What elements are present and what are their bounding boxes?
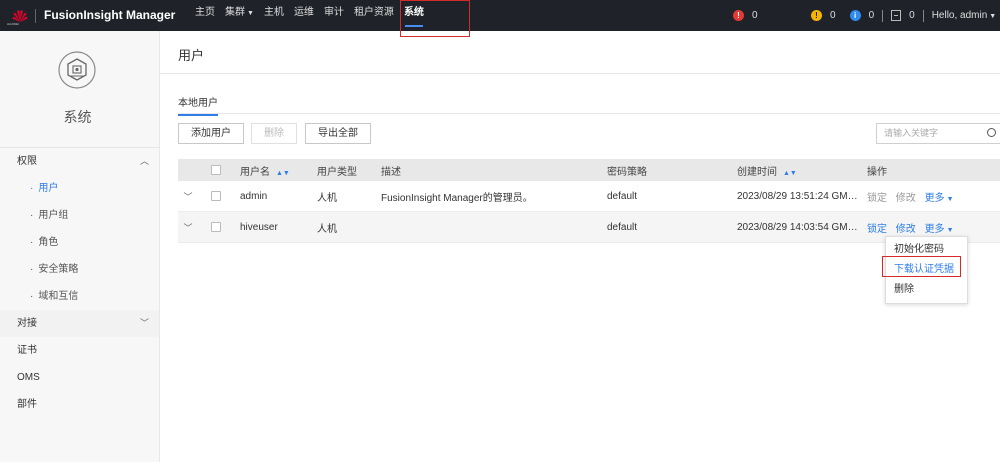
logo-wordmark: HUAWEI — [7, 22, 19, 26]
sort-icon[interactable]: ▲▼ — [783, 170, 797, 177]
page-title: 用户 — [178, 48, 205, 63]
row-checkbox[interactable] — [211, 191, 221, 201]
app-title[interactable]: FusionInsight Manager — [44, 8, 175, 22]
search-input[interactable]: 请输入关键字 — [876, 123, 1000, 144]
chevron-down-icon: ▼ — [247, 10, 254, 17]
sidebar-header: 系统 — [0, 31, 159, 148]
sort-icon[interactable]: ▲▼ — [276, 170, 290, 177]
lock-link[interactable]: 锁定 — [867, 224, 887, 235]
major-alarm-icon[interactable]: ! — [811, 10, 822, 21]
cell-password-policy: default — [607, 190, 638, 202]
main-content: 用户 本地用户 添加用户 删除 导出全部 请输入关键字 用户名 ▲▼ 用户类型 描… — [160, 31, 1000, 462]
critical-alarm[interactable]: ! 0 — [733, 0, 758, 31]
nav-system[interactable]: 系统 — [399, 0, 429, 31]
search-placeholder: 请输入关键字 — [884, 128, 939, 138]
critical-alarm-icon: ! — [733, 10, 744, 21]
separator — [922, 9, 924, 22]
cell-user-type: 人机 — [317, 223, 337, 235]
user-menu[interactable]: Hello, admin ▼ — [932, 10, 997, 21]
chevron-up-icon: ︿ — [139, 156, 149, 166]
chevron-down-icon: ▼ — [946, 195, 954, 203]
add-user-button[interactable]: 添加用户 — [178, 123, 244, 144]
edit-link[interactable]: 修改 — [896, 193, 916, 204]
expand-row-icon[interactable]: ﹀ — [178, 190, 198, 203]
cell-password-policy: default — [607, 221, 638, 233]
sidebar-group-integration[interactable]: 对接 ﹀ — [0, 310, 159, 337]
sidebar: 系统 权限 ︿ · 用户 · 用户组 · 角色 · 安全策略 · 域和互信 对接 ﹀ 证书 O… — [0, 31, 160, 462]
sidebar-item-roles[interactable]: · 角色 — [0, 229, 159, 256]
menu-item-init-password[interactable]: 初始化密码 — [886, 240, 967, 260]
column-user-type: 用户类型 — [317, 166, 357, 178]
users-table: 用户名 ▲▼ 用户类型 描述 密码策略 创建时间 ▲▼ 操作 ﹀ admin 人机 … — [178, 159, 1000, 243]
system-settings-icon — [58, 51, 96, 89]
menu-item-delete[interactable]: 删除 — [886, 280, 967, 300]
sidebar-title: 系统 — [63, 109, 92, 125]
column-operations: 操作 — [867, 166, 887, 178]
main-nav: 主页 集群 ▼ 主机 运维 审计 租户资源 系统 — [190, 0, 429, 31]
cell-username: admin — [240, 190, 268, 202]
task-icon[interactable] — [891, 10, 902, 21]
cell-operations: 锁定 修改 更多 ▼ — [865, 189, 1000, 204]
nav-hosts[interactable]: 主机 — [259, 0, 289, 31]
column-username[interactable]: 用户名 ▲▼ — [221, 163, 317, 178]
nav-cluster[interactable]: 集群 ▼ — [220, 0, 259, 31]
sidebar-item-user-groups[interactable]: · 用户组 — [0, 202, 159, 229]
nav-tenant[interactable]: 租户资源 — [349, 0, 399, 31]
nav-ops[interactable]: 运维 — [289, 0, 319, 31]
sidebar-item-users[interactable]: · 用户 — [0, 175, 159, 202]
cell-description: FusionInsight Manager的管理员。 — [381, 192, 533, 204]
title-divider — [160, 73, 1000, 74]
header-divider — [35, 9, 36, 23]
select-all — [198, 165, 221, 175]
more-menu: 初始化密码 下载认证凭据 删除 — [885, 236, 968, 304]
tab-divider — [178, 113, 1000, 114]
sidebar-group-certificates[interactable]: 证书 — [0, 337, 159, 364]
separator — [882, 9, 884, 22]
row-select — [198, 222, 221, 232]
column-created-time[interactable]: 创建时间 ▲▼ — [737, 163, 865, 178]
expand-row-icon[interactable]: ﹀ — [178, 221, 198, 234]
table-header: 用户名 ▲▼ 用户类型 描述 密码策略 创建时间 ▲▼ 操作 — [178, 159, 1000, 181]
menu-item-download-credential[interactable]: 下载认证凭据 — [886, 260, 967, 280]
cell-operations: 锁定 修改 更多 ▼ — [865, 220, 1000, 235]
sidebar-item-security-policy[interactable]: · 安全策略 — [0, 256, 159, 283]
lock-link[interactable]: 锁定 — [867, 193, 887, 204]
chevron-down-icon: ▼ — [946, 226, 954, 234]
top-bar: HUAWEI FusionInsight Manager 主页 集群 ▼ 主机 运… — [0, 0, 1000, 37]
critical-alarm-count: 0 — [752, 10, 758, 21]
delete-button[interactable]: 删除 — [251, 123, 297, 144]
row-checkbox[interactable] — [211, 222, 221, 232]
minor-alarm-count: 0 — [868, 10, 875, 21]
chevron-down-icon: ▼ — [989, 13, 997, 20]
cell-username: hiveuser — [240, 221, 278, 233]
nav-home[interactable]: 主页 — [190, 0, 220, 31]
table-row: ﹀ admin 人机 FusionInsight Manager的管理员。 de… — [178, 181, 1000, 212]
minor-alarm-icon[interactable]: i — [849, 10, 861, 21]
column-password-policy: 密码策略 — [607, 166, 647, 178]
sidebar-group-permission[interactable]: 权限 ︿ — [0, 148, 159, 175]
more-dropdown[interactable]: 更多 ▼ — [925, 193, 954, 204]
sidebar-item-domain-trust[interactable]: · 域和互信 — [0, 283, 159, 310]
more-dropdown[interactable]: 更多 ▼ — [925, 224, 954, 235]
major-alarm-count: 0 — [830, 10, 836, 21]
search-icon[interactable] — [987, 128, 996, 137]
column-description: 描述 — [381, 166, 401, 178]
select-all-checkbox[interactable] — [211, 165, 221, 175]
table-row: ﹀ hiveuser 人机 default 2023/08/29 14:03:5… — [178, 212, 1000, 243]
cell-created-time: 2023/08/29 14:03:54 GMT+08:00 — [737, 221, 865, 233]
export-all-button[interactable]: 导出全部 — [305, 123, 371, 144]
edit-link[interactable]: 修改 — [896, 224, 916, 235]
cell-user-type: 人机 — [317, 192, 337, 204]
sidebar-group-components[interactable]: 部件 — [0, 391, 159, 418]
row-select — [198, 191, 221, 201]
huawei-logo-icon — [12, 10, 28, 22]
sidebar-group-oms[interactable]: OMS — [0, 364, 159, 391]
nav-audit[interactable]: 审计 — [319, 0, 349, 31]
alarm-indicators: ! 0 i 0 0 Hello, admin ▼ — [811, 0, 996, 31]
cell-created-time: 2023/08/29 13:51:24 GMT+08:00 — [737, 190, 865, 202]
task-count: 0 — [909, 10, 915, 21]
chevron-down-icon: ﹀ — [139, 318, 149, 328]
